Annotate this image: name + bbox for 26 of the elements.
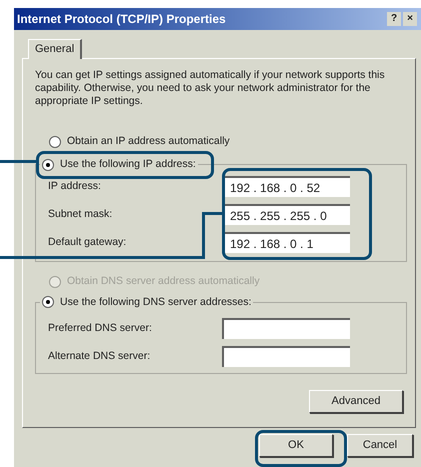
input-field[interactable]: 255 . 255 . 255 . 0	[222, 204, 350, 226]
input-field[interactable]: 192 . 168 . 0 . 1	[222, 232, 350, 254]
field-label: IP address:	[47, 178, 102, 194]
tab[interactable]: General	[28, 39, 82, 59]
radio-button[interactable]	[42, 296, 54, 308]
input-field[interactable]: 192 . 168 . 0 . 52	[222, 176, 350, 198]
radio-label: Use the following IP address:	[60, 156, 196, 172]
leader-line	[0, 160, 36, 163]
radio-label: Use the following DNS server addresses:	[60, 294, 252, 310]
dialog-button[interactable]: Cancel	[347, 434, 413, 457]
description-text: You can get IP settings assigned automatically if your network supports this capability. Otherwise, you need to ask your network administrator for the appropriate IP settings.	[35, 69, 386, 108]
radio-label: Obtain an IP address automatically	[67, 134, 230, 149]
dialog-button[interactable]: OK	[259, 434, 333, 457]
window-title: Internet Protocol (TCP/IP) Properties	[17, 11, 227, 28]
field-label: Default gateway:	[47, 234, 128, 250]
radio-label: Obtain DNS server address automatically	[67, 274, 260, 289]
field-label: Subnet mask:	[47, 206, 114, 222]
close-button[interactable]: ×	[403, 12, 417, 26]
radio-button[interactable]	[49, 136, 61, 148]
input-field[interactable]	[222, 318, 350, 339]
field-label: Alternate DNS server:	[47, 348, 152, 364]
help-button[interactable]: ?	[387, 12, 401, 26]
radio-button[interactable]	[42, 158, 54, 171]
input-field[interactable]	[222, 346, 350, 367]
dialog-button[interactable]: Advanced	[309, 390, 403, 412]
field-label: Preferred DNS server:	[47, 320, 153, 336]
